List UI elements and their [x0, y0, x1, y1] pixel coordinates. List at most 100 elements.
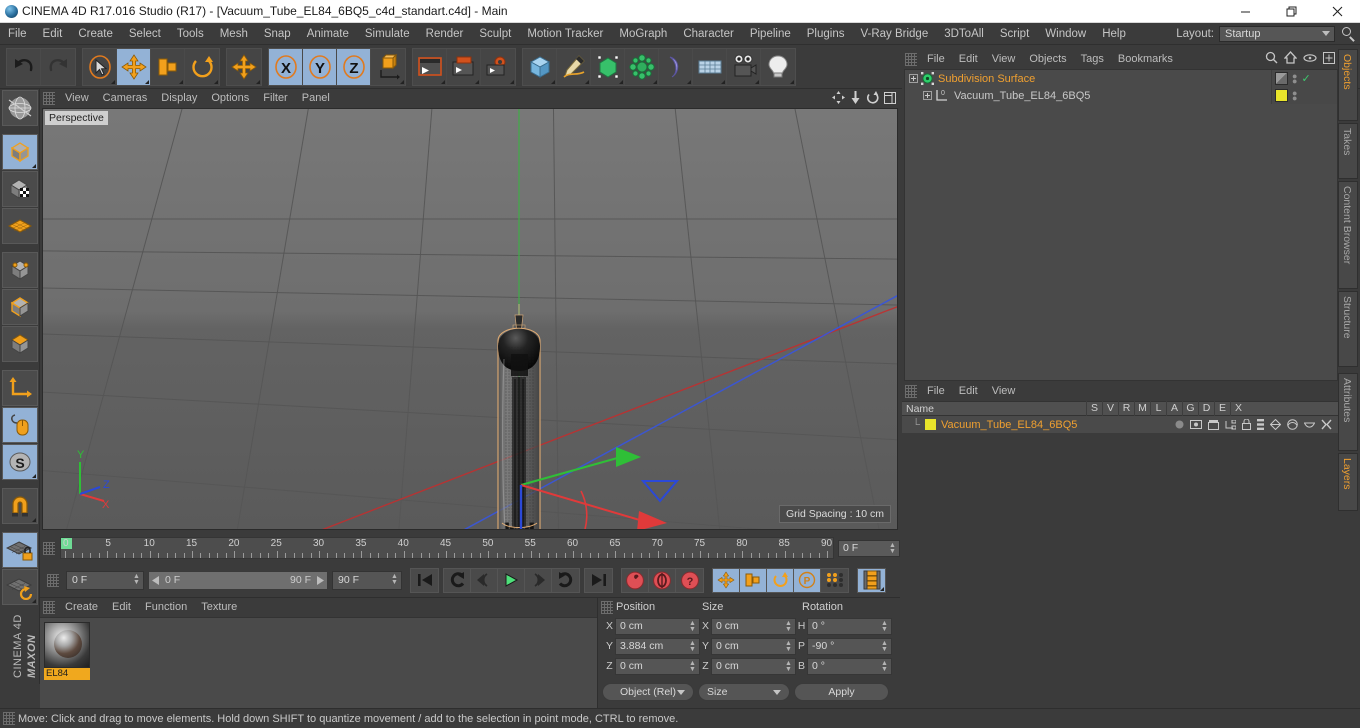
end-frame-field[interactable]: 90 F ▲ ▼	[332, 570, 402, 590]
spinner-icon[interactable]: ▲ ▼	[689, 640, 696, 653]
viewport-menu-options[interactable]: Options	[204, 89, 256, 108]
timeline-track[interactable]: 0 5 10 15 20 25 30 35 40 45 50 55 60 65 70 75 80 85 90	[60, 537, 834, 559]
material-menu-function[interactable]: Function	[138, 598, 194, 617]
menu-item-script[interactable]: Script	[992, 23, 1037, 45]
layers-menu-view[interactable]: View	[985, 382, 1023, 401]
step-forward-icon[interactable]	[525, 568, 552, 592]
range-start-arrow-icon[interactable]	[152, 575, 161, 585]
material-menu-create[interactable]: Create	[58, 598, 105, 617]
key-scale-icon[interactable]	[740, 568, 767, 592]
visible-icon[interactable]	[1190, 420, 1202, 429]
maximize-button[interactable]	[1268, 0, 1314, 23]
object-menu-edit[interactable]: Edit	[952, 50, 985, 69]
layers-col-e[interactable]: E	[1214, 401, 1230, 416]
status-grip-icon[interactable]	[3, 712, 15, 725]
manager-icon[interactable]	[1225, 419, 1236, 430]
position-input[interactable]: 0 cm ▲ ▼	[615, 657, 700, 675]
object-menu-view[interactable]: View	[985, 50, 1023, 69]
subdivision-surface-icon[interactable]	[921, 72, 934, 85]
z-axis-icon[interactable]: Z	[337, 48, 371, 85]
play-icon[interactable]	[498, 568, 525, 592]
layers-col-s[interactable]: S	[1086, 401, 1102, 416]
snap-toggle-icon[interactable]: S	[2, 444, 38, 480]
solo-dot-icon[interactable]	[1175, 420, 1184, 429]
visibility-dots-icon[interactable]: ● ●	[1292, 71, 1297, 85]
check-icon[interactable]: ✓	[1301, 72, 1310, 85]
object-manager-grip-icon[interactable]	[905, 52, 917, 66]
spinner-icon[interactable]: ▲ ▼	[881, 660, 888, 673]
polygon-object-icon[interactable]: 0	[935, 89, 950, 102]
size-input[interactable]: 0 cm ▲ ▼	[711, 617, 796, 635]
object-menu-objects[interactable]: Objects	[1022, 50, 1073, 69]
animation-icon[interactable]	[1257, 419, 1264, 430]
menu-item-3dtoall[interactable]: 3DToAll	[936, 23, 992, 45]
right-tab-attributes[interactable]: Attributes	[1338, 373, 1358, 451]
layers-col-r[interactable]: R	[1118, 401, 1134, 416]
material-item[interactable]: EL84	[44, 622, 90, 680]
position-input[interactable]: 0 cm ▲ ▼	[615, 617, 700, 635]
spinner-icon[interactable]: ▲ ▼	[881, 620, 888, 633]
layers-col-x[interactable]: X	[1230, 401, 1246, 416]
material-preview-thumbnail[interactable]	[44, 622, 90, 668]
material-menu-texture[interactable]: Texture	[194, 598, 244, 617]
texture-mode-icon[interactable]	[2, 171, 38, 207]
playbar-grip-icon[interactable]	[47, 573, 59, 587]
render-settings-icon[interactable]	[481, 48, 515, 85]
spinner-icon[interactable]: ▲ ▼	[881, 640, 888, 653]
size-input[interactable]: 0 cm ▲ ▼	[711, 657, 796, 675]
redo-icon[interactable]	[41, 48, 75, 85]
cube-primitive-icon[interactable]	[523, 48, 557, 85]
timeline-grip-icon[interactable]	[43, 541, 55, 555]
object-row[interactable]: 0 Vacuum_Tube_EL84_6BQ5 ● ●	[905, 87, 1337, 104]
right-tab-content-browser[interactable]: Content Browser	[1338, 181, 1358, 289]
world-axis-icon[interactable]	[371, 48, 405, 85]
previous-key-icon[interactable]	[444, 568, 471, 592]
viewport-rotate-icon[interactable]	[866, 91, 879, 104]
menu-item-plugins[interactable]: Plugins	[799, 23, 853, 45]
spinner-icon[interactable]: ▲ ▼	[133, 573, 140, 586]
axis-globe-icon[interactable]	[2, 90, 38, 126]
key-param-icon[interactable]: P	[794, 568, 821, 592]
coord-system-dropdown[interactable]: Object (Rel)	[602, 683, 694, 701]
record-key-icon[interactable]	[622, 568, 649, 592]
polygons-mode-icon[interactable]	[2, 326, 38, 362]
spinner-icon[interactable]: ▲ ▼	[689, 660, 696, 673]
workplane-mode-icon[interactable]	[2, 208, 38, 244]
menu-item-motion-tracker[interactable]: Motion Tracker	[519, 23, 611, 45]
object-menu-file[interactable]: File	[920, 50, 952, 69]
material-menu-edit[interactable]: Edit	[105, 598, 138, 617]
deformer-bend-icon[interactable]	[659, 48, 693, 85]
scale-icon[interactable]	[151, 48, 185, 85]
layers-col-v[interactable]: V	[1102, 401, 1118, 416]
object-row[interactable]: Subdivision Surface ● ● ✓	[905, 70, 1337, 87]
menu-item-sculpt[interactable]: Sculpt	[471, 23, 519, 45]
undo-icon[interactable]	[7, 48, 41, 85]
move-icon[interactable]	[117, 48, 151, 85]
viewport-3d-canvas[interactable]: Perspective Y X Z Grid Spacing: 10 cm	[42, 108, 898, 530]
expand-toggle-icon[interactable]	[909, 74, 918, 83]
layers-col-l[interactable]: L	[1150, 401, 1166, 416]
timeline-current-frame-field[interactable]: 0 F ▲ ▼	[838, 539, 900, 557]
object-manager-tree[interactable]: Subdivision Surface ● ● ✓ 0 Vacuum_Tube_E…	[904, 69, 1338, 381]
menu-item-create[interactable]: Create	[70, 23, 121, 45]
panel-grip-icon[interactable]	[43, 92, 55, 105]
search-icon[interactable]	[1265, 51, 1278, 64]
magnet-icon[interactable]	[2, 488, 38, 524]
object-tag-swatch[interactable]	[1275, 72, 1288, 85]
layers-menu-file[interactable]: File	[920, 382, 952, 401]
timeline-view-icon[interactable]	[858, 568, 885, 592]
viewport-menu-cameras[interactable]: Cameras	[96, 89, 155, 108]
expression-icon[interactable]	[1304, 421, 1315, 429]
menu-item-file[interactable]: File	[0, 23, 35, 45]
mouse-viewport-icon[interactable]	[2, 407, 38, 443]
rotate-icon[interactable]	[185, 48, 219, 85]
xpresso-icon[interactable]	[1321, 419, 1332, 430]
preview-range-slider[interactable]: 0 F 90 F	[148, 570, 328, 590]
object-menu-tags[interactable]: Tags	[1074, 50, 1111, 69]
current-frame-field[interactable]: 0 F ▲ ▼	[66, 570, 144, 590]
select-live-icon[interactable]	[83, 48, 117, 85]
layers-col-m[interactable]: M	[1134, 401, 1150, 416]
menu-item-window[interactable]: Window	[1037, 23, 1094, 45]
edges-mode-icon[interactable]	[2, 289, 38, 325]
viewport-move-icon[interactable]	[832, 91, 845, 104]
